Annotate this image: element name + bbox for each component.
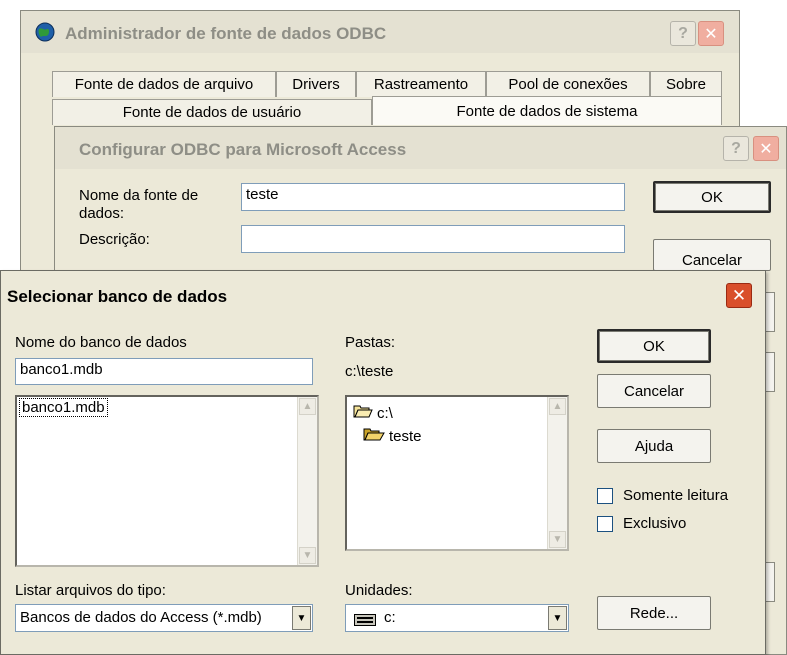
readonly-label: Somente leitura: [623, 487, 729, 504]
scroll-down-icon[interactable]: ▼: [549, 531, 566, 548]
open-folder-icon: [363, 426, 385, 446]
tab-about[interactable]: Sobre: [650, 71, 722, 97]
db-name-field[interactable]: banco1.mdb: [15, 358, 313, 385]
select-db-title: Selecionar banco de dados: [7, 287, 228, 306]
tab-system-dsn[interactable]: Fonte de dados de sistema: [372, 96, 722, 125]
chevron-down-icon[interactable]: ▼: [548, 606, 567, 630]
dsn-name-field[interactable]: teste: [241, 183, 625, 211]
network-button[interactable]: Rede...: [597, 596, 711, 630]
tab-connection-pooling[interactable]: Pool de conexões: [486, 71, 650, 97]
odbc-admin-title: Administrador de fonte de dados ODBC: [65, 24, 387, 43]
description-label: Descrição:: [79, 231, 150, 248]
drive-select[interactable]: c: ▼: [345, 604, 569, 632]
drives-label: Unidades:: [345, 582, 413, 599]
select-db-window: Selecionar banco de dados ✕ Nome do banc…: [0, 270, 766, 655]
access-config-help-button[interactable]: ?: [723, 136, 749, 161]
tab-file-dsn[interactable]: Fonte de dados de arquivo: [52, 71, 276, 97]
filetype-label: Listar arquivos do tipo:: [15, 582, 166, 599]
current-path: c:\teste: [345, 363, 394, 380]
access-config-ok-button[interactable]: OK: [653, 181, 771, 213]
access-config-title: Configurar ODBC para Microsoft Access: [79, 140, 407, 159]
odbc-admin-help-button[interactable]: ?: [670, 21, 696, 46]
open-folder-icon: [353, 403, 373, 423]
folder-item-root[interactable]: c:\: [353, 403, 393, 423]
file-list-scrollbar[interactable]: ▲ ▼: [297, 397, 317, 565]
tab-drivers[interactable]: Drivers: [276, 71, 356, 97]
db-name-label: Nome do banco de dados: [15, 334, 187, 351]
globe-icon: [35, 22, 55, 47]
chevron-down-icon[interactable]: ▼: [292, 606, 311, 630]
exclusive-checkbox[interactable]: [597, 516, 613, 532]
dsn-name-label: Nome da fonte de dados:: [79, 187, 199, 222]
exclusive-label: Exclusivo: [623, 515, 687, 532]
access-config-close-button[interactable]: ✕: [753, 136, 779, 161]
readonly-checkbox[interactable]: [597, 488, 613, 504]
select-db-close-button[interactable]: ✕: [726, 283, 752, 308]
scroll-down-icon[interactable]: ▼: [299, 547, 316, 564]
drive-icon: [354, 613, 376, 630]
access-config-cancel-button[interactable]: Cancelar: [653, 239, 771, 271]
list-item[interactable]: banco1.mdb: [19, 398, 108, 417]
odbc-admin-close-button[interactable]: ✕: [698, 21, 724, 46]
scroll-up-icon[interactable]: ▲: [299, 398, 316, 415]
select-db-ok-button[interactable]: OK: [597, 329, 711, 363]
tab-user-dsn[interactable]: Fonte de dados de usuário: [52, 99, 372, 125]
folder-tree[interactable]: c:\ teste ▲ ▼: [345, 395, 569, 551]
tab-tracing[interactable]: Rastreamento: [356, 71, 486, 97]
folder-item-teste[interactable]: teste: [363, 426, 422, 446]
scroll-up-icon[interactable]: ▲: [549, 398, 566, 415]
folder-tree-scrollbar[interactable]: ▲ ▼: [547, 397, 567, 549]
odbc-admin-titlebar[interactable]: Administrador de fonte de dados ODBC ? ✕: [21, 11, 739, 53]
description-field[interactable]: [241, 225, 625, 253]
file-list[interactable]: banco1.mdb ▲ ▼: [15, 395, 319, 567]
folders-label: Pastas:: [345, 334, 396, 351]
select-db-titlebar[interactable]: Selecionar banco de dados ✕: [1, 271, 765, 313]
select-db-help-button[interactable]: Ajuda: [597, 429, 711, 463]
select-db-cancel-button[interactable]: Cancelar: [597, 374, 711, 408]
filetype-select[interactable]: Bancos de dados do Access (*.mdb) ▼: [15, 604, 313, 632]
access-config-titlebar[interactable]: Configurar ODBC para Microsoft Access ? …: [55, 127, 786, 169]
